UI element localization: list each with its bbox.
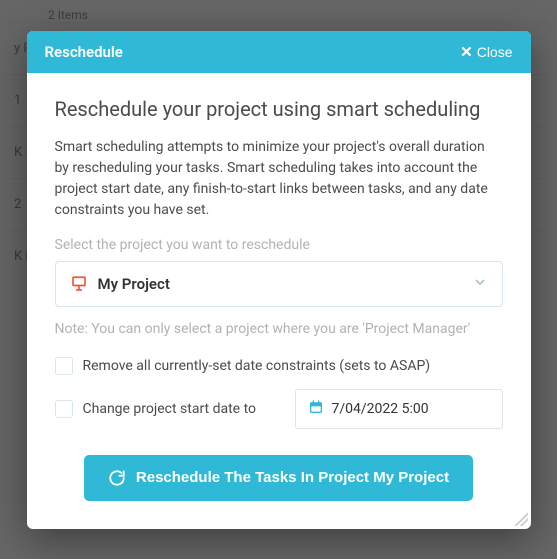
- modal-overlay: Reschedule ✕ Close Reschedule your proje…: [0, 0, 557, 559]
- reschedule-modal: Reschedule ✕ Close Reschedule your proje…: [27, 31, 531, 529]
- remove-constraints-row: Remove all currently-set date constraint…: [55, 357, 503, 375]
- select-project-label: Select the project you want to reschedul…: [55, 237, 503, 253]
- remove-constraints-checkbox[interactable]: [55, 357, 73, 375]
- close-button[interactable]: ✕ Close: [460, 43, 512, 61]
- refresh-icon: [108, 469, 126, 487]
- change-start-date-label: Change project start date to: [83, 401, 257, 417]
- resize-handle[interactable]: [514, 512, 528, 526]
- chevron-down-icon: [472, 274, 488, 294]
- close-label: Close: [477, 44, 513, 60]
- start-date-value: 7/04/2022 5:00: [332, 401, 429, 417]
- action-row: Reschedule The Tasks In Project My Proje…: [55, 455, 503, 501]
- change-start-date-row: Change project start date to 7/04/2022 5…: [55, 389, 503, 429]
- close-icon: ✕: [460, 43, 473, 61]
- project-icon: [70, 275, 88, 293]
- modal-description: Smart scheduling attempts to minimize yo…: [55, 137, 503, 221]
- start-date-input[interactable]: 7/04/2022 5:00: [295, 389, 503, 429]
- modal-body: Reschedule your project using smart sche…: [27, 73, 531, 529]
- calendar-icon: [308, 399, 324, 419]
- modal-header-title: Reschedule: [45, 43, 123, 61]
- reschedule-button[interactable]: Reschedule The Tasks In Project My Proje…: [84, 455, 473, 501]
- selected-project-name: My Project: [98, 275, 462, 293]
- project-note: Note: You can only select a project wher…: [55, 321, 503, 337]
- project-dropdown[interactable]: My Project: [55, 261, 503, 307]
- change-start-date-checkbox[interactable]: [55, 400, 73, 418]
- modal-title: Reschedule your project using smart sche…: [55, 97, 503, 121]
- modal-header: Reschedule ✕ Close: [27, 31, 531, 73]
- remove-constraints-label: Remove all currently-set date constraint…: [83, 358, 431, 374]
- reschedule-button-label: Reschedule The Tasks In Project My Proje…: [136, 469, 449, 486]
